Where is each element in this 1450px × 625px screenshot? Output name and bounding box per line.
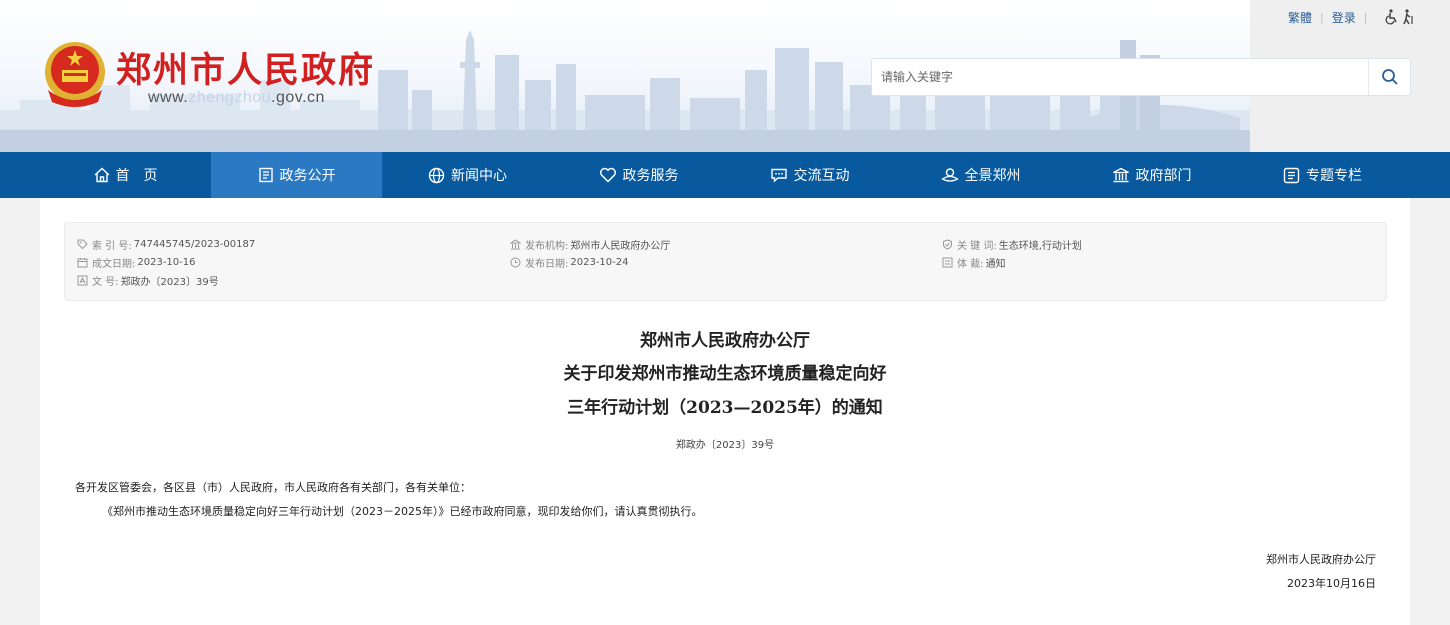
nav-item-topics[interactable]: 专题专栏	[1237, 152, 1408, 198]
site-header: 郑州市人民政府 www.zhengzhou.gov.cn 繁體 | 登录 |	[0, 0, 1450, 152]
national-emblem-icon	[45, 42, 105, 107]
calendar-icon	[77, 257, 88, 267]
text-icon	[77, 275, 88, 285]
home-icon	[94, 167, 109, 183]
search-button[interactable]	[1368, 59, 1410, 95]
nav-item-services[interactable]: 政务服务	[553, 152, 724, 198]
document-metadata-panel: 索 引 号: 747445745/2023-00187 成文日期: 2023-10-…	[64, 222, 1387, 301]
shield-check-icon	[943, 238, 952, 250]
search-icon	[1381, 69, 1398, 85]
site-title[interactable]: 郑州市人民政府	[116, 42, 375, 93]
meta-published-date: 发布日期: 2023-10-24	[510, 255, 629, 270]
accessibility-links	[1385, 9, 1415, 25]
meta-genre: 体 裁: 通知	[942, 255, 1006, 270]
meta-index-number: 索 引 号: 747445745/2023-00187	[77, 237, 255, 252]
chat-icon	[770, 168, 787, 183]
building-icon	[1112, 167, 1129, 183]
elderly-icon[interactable]	[1401, 9, 1415, 25]
wheelchair-icon[interactable]	[1385, 9, 1399, 25]
tag-icon	[77, 239, 88, 249]
document-title-line-1: 郑州市人民政府办公厅	[640, 331, 810, 351]
top-links: 繁體 | 登录 |	[1288, 8, 1415, 26]
nav-item-interaction[interactable]: 交流互动	[724, 152, 895, 198]
nav-item-news[interactable]: 新闻中心	[382, 152, 553, 198]
signature-organization: 郑州市人民政府办公厅	[1266, 553, 1376, 566]
traditional-chinese-link[interactable]: 繁體	[1288, 9, 1312, 26]
institution-icon	[510, 238, 521, 249]
document-icon	[258, 167, 273, 183]
heart-icon	[599, 167, 616, 183]
panorama-icon	[940, 168, 959, 182]
login-link[interactable]: 登录	[1332, 9, 1356, 26]
document-title-line-2: 关于印发郑州市推动生态环境质量稳定向好	[563, 364, 887, 384]
nav-item-departments[interactable]: 政府部门	[1066, 152, 1237, 198]
signature-date: 2023年10月16日	[1287, 577, 1376, 590]
search-input[interactable]	[872, 59, 1368, 95]
list-icon	[942, 257, 953, 267]
main-nav: 首 页 政务公开 新闻中心 政务服务 交流互动 全景郑州 政府部门 专题专栏	[0, 152, 1450, 198]
divider: |	[1363, 10, 1368, 24]
article-content: 索 引 号: 747445745/2023-00187 成文日期: 2023-10-…	[40, 198, 1410, 625]
meta-publisher: 发布机构: 郑州市人民政府办公厅	[510, 237, 670, 252]
meta-document-number: 文 号: 郑政办〔2023〕39号	[77, 273, 219, 288]
meta-created-date: 成文日期: 2023-10-16	[77, 255, 196, 270]
divider: |	[1320, 10, 1324, 24]
body-paragraph: 《郑州市推动生态环境质量稳定向好三年行动计划（2023－2025年）》已经市政府…	[102, 505, 703, 518]
document-number: 郑政办〔2023〕39号	[675, 440, 775, 451]
meta-keywords: 关 键 词: 生态环境,行动计划	[942, 237, 1082, 252]
document-title-line-3: 三年行动计划（2023—2025年）的通知	[567, 398, 883, 418]
globe-icon	[428, 167, 445, 183]
nav-item-panorama[interactable]: 全景郑州	[895, 152, 1066, 198]
clock-icon	[510, 257, 521, 267]
search-box	[871, 58, 1411, 96]
site-url: www.zhengzhou.gov.cn	[148, 89, 325, 106]
topic-icon	[1283, 167, 1300, 183]
nav-item-government-affairs[interactable]: 政务公开	[211, 152, 382, 198]
nav-item-home[interactable]: 首 页	[40, 152, 211, 198]
salutation-paragraph: 各开发区管委会，各区县（市）人民政府，市人民政府各有关部门，各有关单位：	[75, 481, 471, 494]
